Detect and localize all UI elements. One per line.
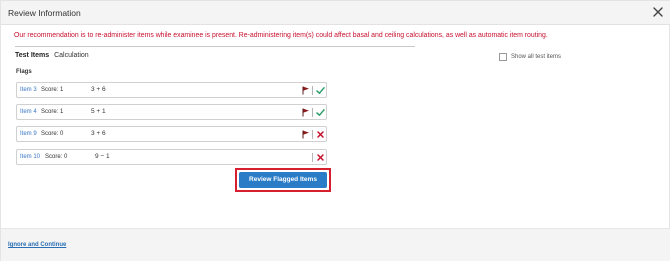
review-button-highlight: Review Flagged Items: [235, 168, 331, 192]
separator: [312, 86, 313, 95]
flag-icon[interactable]: [302, 86, 310, 95]
item-expression: 5 + 1: [91, 108, 106, 115]
item-link[interactable]: Item 10: [20, 154, 40, 160]
item-link[interactable]: Item 4: [20, 109, 37, 115]
separator: [312, 108, 313, 117]
item-score: Score: 1: [41, 87, 64, 93]
cross-icon: [317, 154, 324, 161]
item-score: Score: 0: [45, 154, 68, 160]
recommendation-warning: Our recommendation is to re-administer i…: [14, 32, 548, 39]
ignore-and-continue-link[interactable]: Ignore and Continue: [8, 242, 66, 248]
review-flagged-items-button[interactable]: Review Flagged Items: [239, 172, 327, 188]
item-link[interactable]: Item 3: [20, 87, 37, 93]
check-icon: [316, 109, 325, 116]
dialog-title: Review Information: [8, 8, 81, 18]
dialog-footer: Ignore and Continue: [1, 228, 670, 261]
item-row-item-4: Item 4 Score: 1 5 + 1: [16, 104, 327, 120]
show-all-label: Show all test items: [511, 54, 562, 60]
divider: [15, 46, 415, 47]
flags-heading: Flags: [16, 69, 32, 75]
show-all-test-items-toggle[interactable]: Show all test items: [499, 53, 561, 61]
check-icon: [316, 87, 325, 94]
tab-test-items[interactable]: Test Items: [15, 52, 49, 59]
show-all-checkbox[interactable]: [499, 53, 507, 61]
close-icon[interactable]: [652, 6, 664, 18]
separator: [312, 153, 313, 162]
separator: [312, 130, 313, 139]
item-score: Score: 0: [41, 131, 64, 137]
tab-bar: Test Items Calculation: [15, 52, 89, 59]
flag-icon[interactable]: [302, 130, 310, 139]
item-row-item-3: Item 3 Score: 1 3 + 6: [16, 82, 327, 98]
dialog-header: Review Information: [1, 1, 670, 25]
item-score: Score: 1: [41, 109, 64, 115]
tab-calculation[interactable]: Calculation: [54, 52, 89, 59]
review-information-dialog: Review Information Our recommendation is…: [0, 0, 670, 261]
item-expression: 3 + 6: [91, 130, 106, 137]
flag-icon[interactable]: [302, 108, 310, 117]
item-link[interactable]: Item 9: [20, 131, 37, 137]
item-expression: 9 − 1: [95, 153, 110, 160]
cross-icon: [317, 131, 324, 138]
item-row-item-9: Item 9 Score: 0 3 + 6: [16, 126, 327, 142]
item-expression: 3 + 6: [91, 86, 106, 93]
item-row-item-10: Item 10 Score: 0 9 − 1: [16, 149, 327, 165]
